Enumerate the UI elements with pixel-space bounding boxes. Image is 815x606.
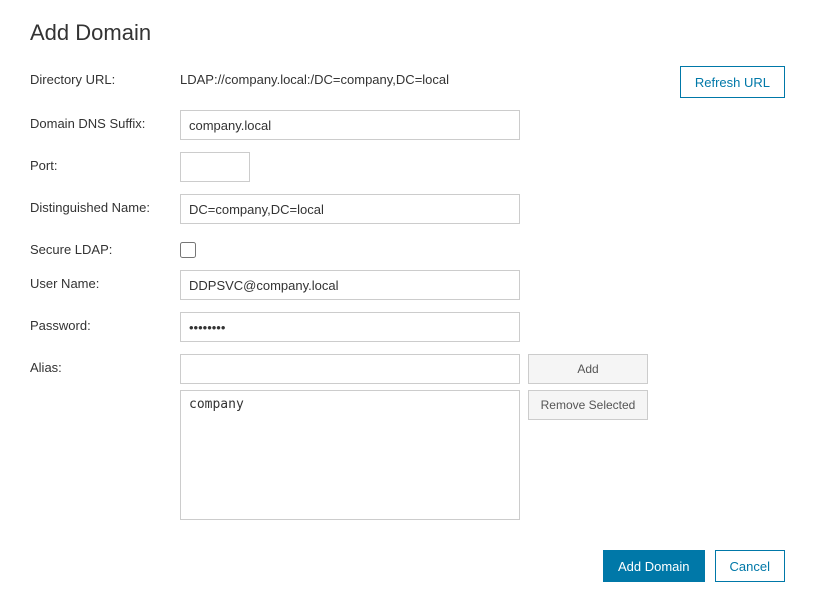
port-label: Port: xyxy=(30,152,180,173)
distinguished-name-input[interactable] xyxy=(180,194,520,224)
add-domain-button[interactable]: Add Domain xyxy=(603,550,705,582)
password-label: Password: xyxy=(30,312,180,333)
secure-ldap-label: Secure LDAP: xyxy=(30,236,180,257)
alias-row: Alias: Add company Remove Selected xyxy=(30,354,785,520)
distinguished-name-row: Distinguished Name: xyxy=(30,194,785,224)
footer-row: Add Domain Cancel xyxy=(30,540,785,582)
remove-selected-button[interactable]: Remove Selected xyxy=(528,390,648,420)
refresh-url-button[interactable]: Refresh URL xyxy=(680,66,785,98)
domain-dns-row: Domain DNS Suffix: xyxy=(30,110,785,140)
alias-input[interactable] xyxy=(180,354,520,384)
cancel-button[interactable]: Cancel xyxy=(715,550,785,582)
port-row: Port: xyxy=(30,152,785,182)
alias-list[interactable]: company xyxy=(180,390,520,520)
alias-label: Alias: xyxy=(30,354,180,375)
password-input[interactable] xyxy=(180,312,520,342)
domain-dns-label: Domain DNS Suffix: xyxy=(30,110,180,131)
directory-url-row: Directory URL: LDAP://company.local:/DC=… xyxy=(30,66,785,98)
password-row: Password: xyxy=(30,312,785,342)
username-label: User Name: xyxy=(30,270,180,291)
secure-ldap-row: Secure LDAP: xyxy=(30,236,785,258)
directory-url-label: Directory URL: xyxy=(30,66,180,87)
domain-dns-input[interactable] xyxy=(180,110,520,140)
username-row: User Name: xyxy=(30,270,785,300)
page-title: Add Domain xyxy=(30,20,785,46)
directory-url-value: LDAP://company.local:/DC=company,DC=loca… xyxy=(180,66,672,87)
distinguished-name-label: Distinguished Name: xyxy=(30,194,180,215)
secure-ldap-checkbox[interactable] xyxy=(180,242,196,258)
username-input[interactable] xyxy=(180,270,520,300)
port-input[interactable] xyxy=(180,152,250,182)
add-alias-button[interactable]: Add xyxy=(528,354,648,384)
